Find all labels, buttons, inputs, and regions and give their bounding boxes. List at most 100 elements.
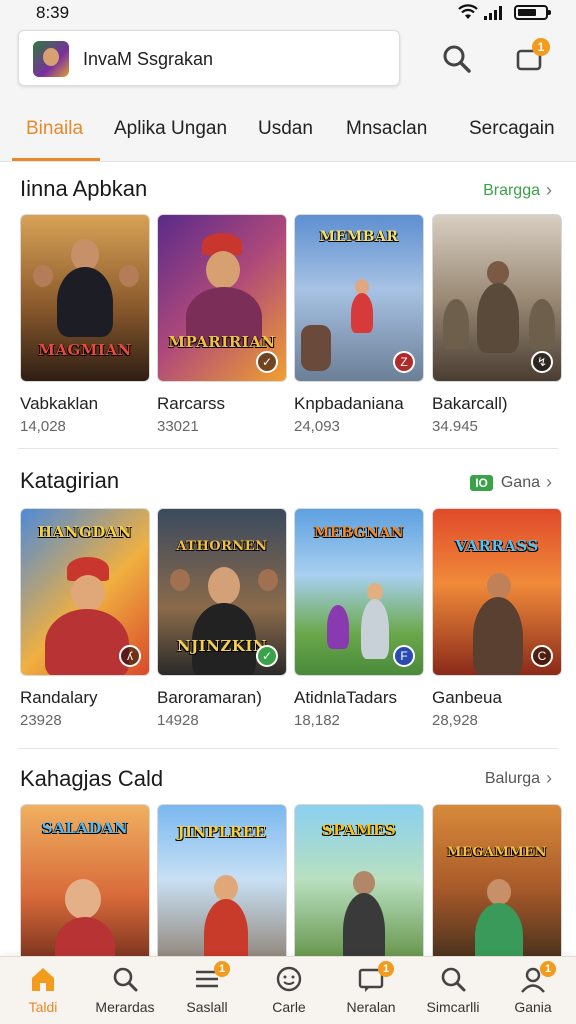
app-card[interactable]: MEBGNAN F AtidnlaTadars 18,182 [294,508,424,729]
tab-mnsaclan[interactable]: Mnsaclan [346,118,427,140]
search-icon [441,967,466,992]
app-card[interactable]: HANGDAN ʎ Randalary 23928 [20,508,150,729]
section-title: Iinna Apbkan [20,176,148,201]
top-bar: InvaM Ssgrakan 1 [0,26,576,104]
cover-title: MEMBAR [319,229,399,245]
section-more-link[interactable]: Brargga › [483,180,552,201]
app-cover-image: MAGMIAN [20,214,150,382]
app-cover-image: SPAMES [294,804,424,972]
nav-label: Neralan [346,999,396,1015]
nav-badge: 1 [214,961,230,977]
cover-title: MPARIRIAN [168,333,276,351]
section-link-label: Brargga [483,181,540,199]
battery-icon [514,5,551,20]
cover-title: VARRASS [455,537,539,555]
active-tab-indicator [12,158,100,161]
rating-badge-icon: ✓ [256,645,278,667]
app-card[interactable]: MEGAMMEN [432,804,562,972]
nav-label: Merardas [95,999,155,1015]
rating-badge-icon: ʎ [119,645,141,667]
cover-title: MAGMIAN [38,341,132,359]
section-1: Iinna Apbkan Brargga › MAGMIAN Vabkaklan… [0,162,576,450]
section-link-label: Gana [500,473,540,491]
app-card[interactable]: SPAMES [294,804,424,972]
tab-usdan[interactable]: Usdan [258,118,313,140]
rating-badge-icon: C [531,645,553,667]
cover-title-top: ATHORNEN [176,539,268,554]
app-name: Baroramaran) [157,688,262,707]
search-button[interactable] [440,42,474,76]
section-divider [18,448,558,449]
nav-item-carle[interactable]: Carle [248,957,330,1024]
section-link-label: Balurga [484,769,540,787]
bottom-navigation: Taldi Merardas 1 Saslall Carle 1 Neralan… [0,956,576,1024]
cover-title: MEGAMMEN [446,845,548,860]
app-cover-image: JINPLREE [157,804,287,972]
app-download-count: 33021 [157,418,199,435]
tab-sercagain[interactable]: Sercagain [469,118,555,140]
nav-item-simcarlli[interactable]: Simcarlli [412,957,494,1024]
app-name: AtidnlaTadars [294,688,398,707]
rating-badge-icon: ↯ [531,351,553,373]
section-2: Katagirian IO Gana › HANGDAN ʎ Randalary… [0,454,576,750]
app-download-count: 24,093 [294,418,340,435]
app-card[interactable]: MPARIRIAN ✓ Rarcarss 33021 [157,214,287,435]
section-more-link[interactable]: IO Gana › [470,472,552,493]
nav-label: Simcarlli [426,999,480,1015]
app-card[interactable]: MAGMIAN Vabkaklan 14,028 [20,214,150,435]
notification-badge: 1 [532,38,550,56]
app-card[interactable]: VARRASS C Ganbeua 28,928 [432,508,562,729]
status-time: 8:39 [36,3,70,22]
cover-title: SPAMES [321,821,397,839]
app-card[interactable]: SALADAN [20,804,150,972]
app-name: Ganbeua [432,688,502,707]
app-name: Randalary [20,688,98,707]
search-box[interactable]: InvaM Ssgrakan [18,30,400,86]
chevron-right-icon: › [546,180,552,200]
app-cover-image: ↯ [432,214,562,382]
app-card[interactable]: ATHORNEN NJINZKIN ✓ Baroramaran) 14928 [157,508,287,729]
app-cover-image: VARRASS C [432,508,562,676]
nav-item-gania[interactable]: 1 Gania [492,957,574,1024]
app-cover-image: ATHORNEN NJINZKIN ✓ [157,508,287,676]
app-cover-image: MEBGNAN F [294,508,424,676]
app-download-count: 28,928 [432,712,478,729]
nav-item-merardas[interactable]: Merardas [84,957,166,1024]
nav-label: Saslall [186,999,228,1015]
search-query: InvaM Ssgrakan [83,49,214,69]
app-cover-image: MEGAMMEN [432,804,562,972]
nav-item-taldi[interactable]: Taldi [2,957,84,1024]
section-more-link[interactable]: Balurga › [485,768,552,789]
app-thumbnail [33,41,69,77]
app-name: Knpbadaniana [294,394,404,413]
app-card[interactable]: ↯ Bakarcall) 34.945 [432,214,562,435]
cover-title: JINPLREE [177,823,267,841]
rating-badge-icon: F [393,645,415,667]
tab-binaila[interactable]: Binaila [26,118,83,140]
section-title: Kahagjas Cald [20,766,164,791]
app-card[interactable]: MEMBAR Z Knpbadaniana 24,093 [294,214,424,435]
app-cover-image: MEMBAR Z [294,214,424,382]
section-divider [18,748,558,749]
signal-icon [484,6,502,20]
section-title: Katagirian [20,468,120,493]
nav-item-saslall[interactable]: 1 Saslall [166,957,248,1024]
app-card[interactable]: JINPLREE [157,804,287,972]
chevron-right-icon: › [546,472,552,492]
cover-title: MEBGNAN [313,525,405,541]
app-name: Bakarcall) [432,394,508,413]
tab-aplika-ungan[interactable]: Aplika Ungan [114,118,227,140]
app-download-count: 14,028 [20,418,66,435]
search-icon [113,967,138,992]
notification-button[interactable]: 1 [514,38,550,76]
wifi-icon [458,4,478,19]
app-download-count: 14928 [157,712,199,729]
app-cover-image: HANGDAN ʎ [20,508,150,676]
home-icon [32,968,54,991]
section-3: Kahagjas Cald Balurga › SALADAN JINPLREE… [0,752,576,972]
app-cover-image: SALADAN [20,804,150,972]
category-tabs: Binaila Aplika Ungan Usdan Mnsaclan Serc… [0,104,576,162]
nav-item-neralan[interactable]: 1 Neralan [330,957,412,1024]
cover-title: HANGDAN [37,523,133,541]
app-name: Rarcarss [157,394,226,413]
